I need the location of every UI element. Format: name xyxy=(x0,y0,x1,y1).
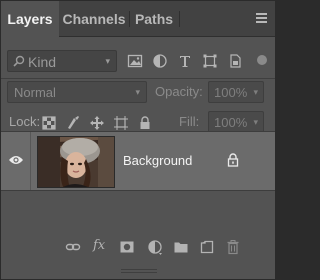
chevron-down-icon: ▾ xyxy=(253,117,258,127)
pixel-filter-icon[interactable] xyxy=(127,53,143,69)
blend-mode-value: Normal xyxy=(14,85,56,100)
visibility-toggle[interactable] xyxy=(1,132,31,190)
lock-artboard-icon[interactable] xyxy=(113,115,129,131)
tab-channels[interactable]: Channels xyxy=(59,1,129,37)
fx-icon[interactable]: fx xyxy=(93,238,105,253)
opacity-label: Opacity: xyxy=(155,84,203,99)
delete-layer-icon[interactable] xyxy=(225,239,241,255)
panel-footer: fx xyxy=(1,233,275,261)
new-group-icon[interactable] xyxy=(173,239,189,255)
type-filter-icon[interactable] xyxy=(177,53,193,69)
tab-paths[interactable]: Paths xyxy=(129,1,179,37)
divider xyxy=(1,78,275,79)
fill-label: Fill: xyxy=(179,114,200,129)
layer-row[interactable]: Background xyxy=(1,131,275,191)
fill-value: 100% xyxy=(214,115,248,130)
adjustment-filter-icon[interactable] xyxy=(152,53,168,69)
filter-kind-label: Kind xyxy=(28,54,57,70)
search-icon xyxy=(13,55,25,67)
tab-layers[interactable]: Layers xyxy=(1,1,59,38)
panel-menu-icon[interactable] xyxy=(256,13,267,23)
eye-icon xyxy=(9,156,23,164)
lock-label: Lock: xyxy=(9,114,41,129)
filter-kind-select[interactable]: Kind ▾ xyxy=(7,50,117,72)
fill-field[interactable]: 100% ▾ xyxy=(208,111,264,133)
add-mask-icon[interactable] xyxy=(119,239,135,255)
chevron-down-icon: ▾ xyxy=(135,87,140,97)
resize-grip[interactable] xyxy=(121,269,157,275)
thumbnail-photo xyxy=(38,137,114,187)
new-layer-icon[interactable] xyxy=(199,239,215,255)
filter-row: Kind ▾ xyxy=(1,47,275,75)
link-layers-icon[interactable] xyxy=(65,239,81,255)
lock-icon xyxy=(227,153,239,167)
lock-position-icon[interactable] xyxy=(89,115,105,131)
shape-filter-icon[interactable] xyxy=(202,53,218,69)
chevron-down-icon: ▾ xyxy=(105,56,110,66)
lock-image-icon[interactable] xyxy=(65,115,81,131)
blend-mode-select[interactable]: Normal ▾ xyxy=(7,81,147,103)
chevron-down-icon: ▾ xyxy=(253,87,258,97)
opacity-value: 100% xyxy=(214,85,248,100)
filter-toggle[interactable] xyxy=(257,55,267,65)
layer-thumbnail[interactable] xyxy=(37,136,115,188)
layers-panel: Layers Channels Paths Kind ▾ Normal ▾ Op… xyxy=(0,0,276,280)
tab-bar: Layers Channels Paths xyxy=(1,1,275,38)
opacity-field[interactable]: 100% ▾ xyxy=(208,81,264,103)
adjustment-layer-icon[interactable] xyxy=(147,239,163,255)
blend-row: Normal ▾ Opacity: 100% ▾ xyxy=(1,81,275,105)
lock-transparent-icon[interactable] xyxy=(41,115,57,131)
layer-name[interactable]: Background xyxy=(123,153,192,168)
tab-separator xyxy=(179,11,180,27)
smart-object-filter-icon[interactable] xyxy=(227,53,243,69)
lock-all-icon[interactable] xyxy=(137,115,153,131)
